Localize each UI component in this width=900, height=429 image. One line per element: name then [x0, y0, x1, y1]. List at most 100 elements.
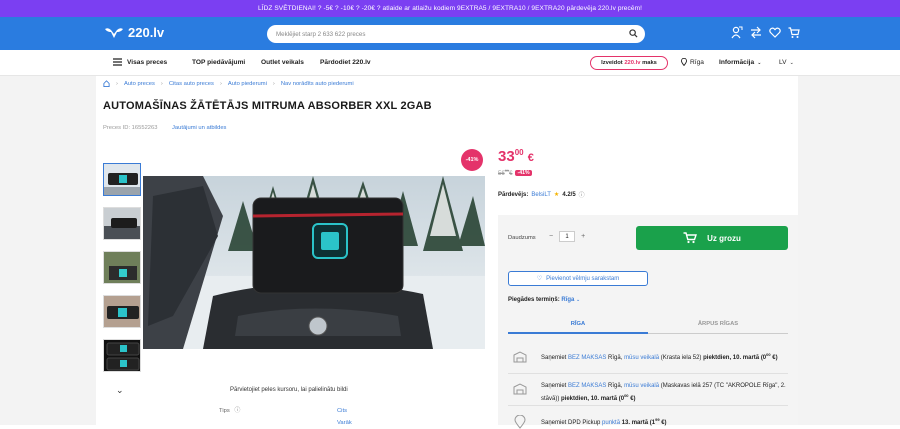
zoom-hint: Pārvietojiet peles kursoru, lai palielin… — [230, 387, 348, 393]
pickup-shop-link[interactable]: mūsu veikalā — [624, 355, 659, 361]
pickup-address: (Krasta iela 52) — [660, 355, 702, 361]
search-input[interactable]: Meklējiet starp 2 633 622 preces — [267, 25, 645, 43]
store-pickup-icon — [513, 351, 527, 363]
star-icon: ★ — [553, 192, 560, 198]
home-icon[interactable] — [103, 80, 110, 87]
account-icon[interactable] — [731, 26, 743, 39]
all-products-label: Visas preces — [127, 58, 168, 66]
spec-value[interactable]: Cits — [337, 405, 352, 417]
hamburger-icon — [113, 58, 122, 66]
old-price-cur: € — [509, 171, 513, 177]
breadcrumb-separator: › — [272, 80, 275, 87]
tab-riga[interactable]: RĪGA — [508, 318, 648, 334]
pickup-price-sup: 00 — [766, 352, 771, 357]
pickup-point-icon — [514, 415, 526, 429]
chevron-down-icon[interactable]: ⌄ — [116, 385, 124, 396]
divider — [508, 405, 788, 406]
compare-icon[interactable] — [750, 26, 762, 39]
delivery-tabs: RĪGA ĀRPUS RĪGAS — [508, 318, 788, 334]
quantity-stepper: − 1 + — [549, 231, 585, 242]
city-selector[interactable]: Rīga — [681, 58, 704, 66]
favorites-icon[interactable] — [769, 26, 781, 39]
cart-icon[interactable] — [788, 26, 800, 39]
seller-rating: 4.2/5 — [562, 191, 576, 198]
thumbnail[interactable] — [103, 207, 141, 240]
breadcrumb-separator: › — [160, 80, 163, 87]
promo-text: LĪDZ SVĒTDIENAI! ? -5€ ? -10€ ? -20€ ? a… — [257, 5, 643, 12]
pickup-day: 13. martā — [621, 420, 649, 426]
chevron-down-icon: ⌄ — [757, 59, 762, 66]
product-title: AUTOMAŠĪNAS ŽĀTĒTĀJS MITRUMA ABSORBER XX… — [103, 100, 432, 112]
pickup-option: Saņemiet DPD Pickup punktā 13. martā (19… — [508, 415, 788, 429]
price-dec: 00 — [514, 148, 524, 157]
breadcrumb-link[interactable]: Nav norādīts auto piederumi — [281, 81, 354, 87]
create-wallet-button[interactable]: Izveidot 220.lv maks — [590, 56, 668, 70]
seller-info: Pārdevējs: BelsiLT ★ 4.2/5 ⓘ — [498, 190, 585, 200]
delivery-city-selector[interactable]: Rīga — [561, 297, 574, 303]
chevron-down-icon: ⌄ — [576, 297, 581, 303]
breadcrumb-link[interactable]: Citas auto preces — [169, 81, 214, 87]
promo-banner[interactable]: LĪDZ SVĒTDIENAI! ? -5€ ? -10€ ? -20€ ? a… — [0, 0, 900, 17]
quantity-plus[interactable]: + — [581, 233, 585, 240]
pickup-free[interactable]: BEZ MAKSAS — [568, 355, 606, 361]
info-label: Informācija — [719, 59, 755, 66]
create-wallet-post: maks — [642, 60, 657, 66]
all-products-menu[interactable]: Visas preces — [113, 58, 167, 66]
add-to-wishlist-button[interactable]: ♡ Pievienot vēlmju sarakstam — [508, 271, 648, 286]
pickup-pre: Saņemiet — [541, 383, 567, 389]
breadcrumb-link[interactable]: Auto piederumi — [228, 81, 267, 87]
pickup-price-sup: 00 — [624, 393, 629, 398]
logo-icon — [105, 27, 123, 38]
info-menu[interactable]: Informācija ⌄ — [719, 59, 761, 66]
delivery-label: Piegādes termiņš: — [508, 297, 560, 303]
divider — [508, 373, 788, 374]
info-icon[interactable]: ⓘ — [579, 190, 585, 199]
price: 3300 € — [498, 148, 534, 165]
thumbnail[interactable] — [103, 339, 141, 372]
breadcrumb: › Auto preces › Citas auto preces › Auto… — [103, 80, 354, 87]
search-icon[interactable] — [629, 29, 638, 38]
price-currency: € — [527, 152, 534, 164]
wishlist-label: Pievienot vēlmju sarakstam — [546, 275, 620, 282]
heart-icon: ♡ — [536, 276, 543, 282]
main-product-image[interactable] — [143, 176, 485, 349]
pickup-free[interactable]: BEZ MAKSAS — [568, 383, 606, 389]
pickup-price-end: €) — [630, 396, 636, 402]
spec-row: Tips ⓘ Cits Varāk — [219, 405, 352, 426]
nav-sell[interactable]: Pārdodiet 220.lv — [320, 59, 371, 66]
add-to-cart-label: Uz grozu — [707, 233, 741, 243]
pickup-option: Saņemiet BEZ MAKSAS Rīgā, mūsu veikalā (… — [508, 382, 788, 404]
language-selector[interactable]: LV ⌄ — [779, 59, 794, 66]
info-icon[interactable]: ⓘ — [234, 408, 240, 414]
tab-outside-riga[interactable]: ĀRPUS RĪGAS — [648, 318, 788, 334]
buy-box: Daudzums − 1 + Uz grozu ♡ Pievienot vēlm… — [498, 215, 798, 429]
store-pickup-icon — [513, 383, 527, 395]
pickup-shop-link[interactable]: mūsu veikalā — [624, 383, 659, 389]
seller-link[interactable]: BelsiLT — [531, 192, 551, 198]
breadcrumb-separator: › — [116, 80, 118, 87]
nav-top-offers[interactable]: TOP piedāvājumi — [192, 59, 245, 66]
nav-outlet[interactable]: Outlet veikals — [261, 59, 304, 66]
delivery-term: Piegādes termiņš: Rīga ⌄ — [508, 297, 580, 303]
add-to-cart-button[interactable]: Uz grozu — [636, 226, 788, 250]
site-logo[interactable]: 220.lv — [103, 25, 164, 40]
pickup-day: piektdien, 10. martā — [703, 355, 760, 361]
discount-badge: -41% — [461, 149, 483, 171]
pickup-day: piektdien, 10. martā — [561, 396, 618, 402]
pickup-pre: Saņemiet — [541, 355, 567, 361]
breadcrumb-separator: › — [219, 80, 222, 87]
spec-value[interactable]: Varāk — [337, 417, 352, 429]
location-pin-icon — [681, 58, 687, 66]
qa-link[interactable]: Jautājumi un atbildes — [172, 125, 226, 131]
pickup-point-link[interactable]: punktā — [602, 420, 620, 426]
pickup-mid: Rīgā, — [608, 355, 623, 361]
thumbnail[interactable] — [103, 251, 141, 284]
quantity-minus[interactable]: − — [549, 233, 553, 240]
chevron-down-icon: ⌄ — [789, 59, 794, 66]
logo-text: 220.lv — [128, 25, 165, 40]
spec-label: Tips — [219, 408, 230, 414]
thumbnail[interactable] — [103, 295, 141, 328]
thumbnail[interactable] — [103, 163, 141, 196]
breadcrumb-link[interactable]: Auto preces — [124, 81, 155, 87]
quantity-input[interactable]: 1 — [559, 231, 576, 242]
